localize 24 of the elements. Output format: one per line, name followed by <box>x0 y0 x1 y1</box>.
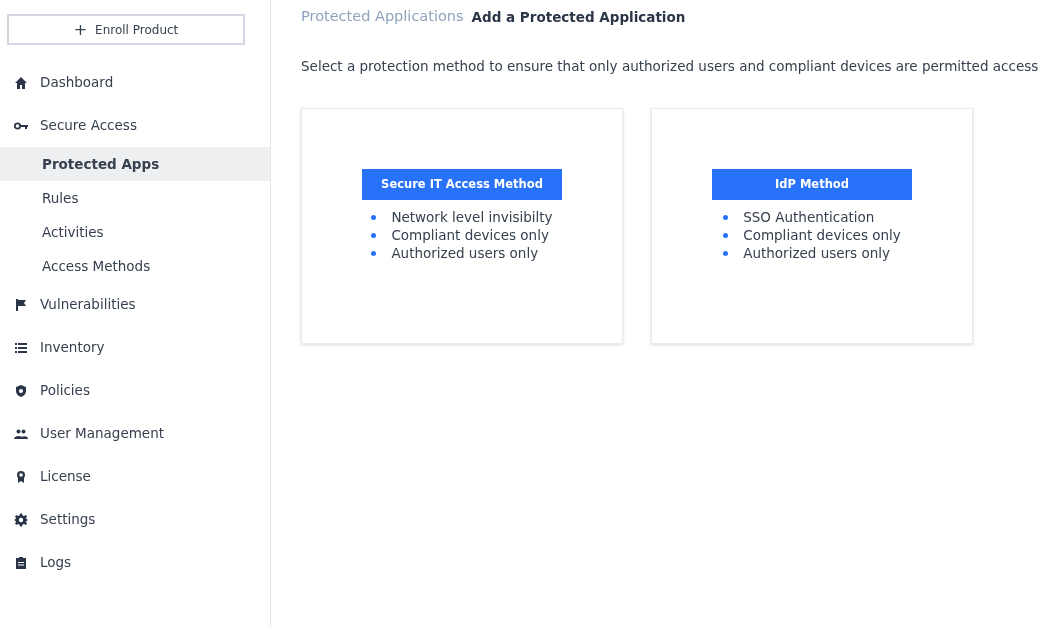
breadcrumb-current: Add a Protected Application <box>471 7 686 27</box>
sidebar-subitem[interactable]: Protected Apps <box>0 147 270 181</box>
enroll-product-button[interactable]: + Enroll Product <box>7 14 245 45</box>
feature-text: SSO Authentication <box>743 208 875 226</box>
sidebar-item[interactable]: User Management <box>0 412 270 455</box>
feature-text: Authorized users only <box>391 244 539 262</box>
sidebar-subitem[interactable]: Activities <box>0 215 270 249</box>
sidebar-item[interactable]: Policies <box>0 369 270 412</box>
method-button[interactable]: IdP Method <box>712 169 912 200</box>
feature-text: Network level invisibilty <box>391 208 553 226</box>
sidebar-item[interactable]: Inventory <box>0 326 270 369</box>
method-button[interactable]: Secure IT Access Method <box>362 169 562 200</box>
sidebar-item[interactable]: License <box>0 455 270 498</box>
sidebar-subitem[interactable]: Rules <box>0 181 270 215</box>
feature-text: Authorized users only <box>743 244 890 262</box>
sidebar-item[interactable]: Logs <box>0 541 270 584</box>
sidebar-item[interactable]: Vulnerabilities <box>0 283 270 326</box>
sidebar-item[interactable]: Settings <box>0 498 270 541</box>
sidebar-item[interactable]: Secure Access <box>0 104 270 147</box>
sidebar-subitem[interactable]: Access Methods <box>0 249 270 283</box>
feature-text: Compliant devices only <box>743 226 901 244</box>
intro-text: Select a protection method to ensure that only authorized users and compliant devices are permitted access <box>301 56 1040 76</box>
sidebar-item[interactable]: Dashboard <box>0 61 270 104</box>
feature-text: Compliant devices only <box>391 226 549 244</box>
